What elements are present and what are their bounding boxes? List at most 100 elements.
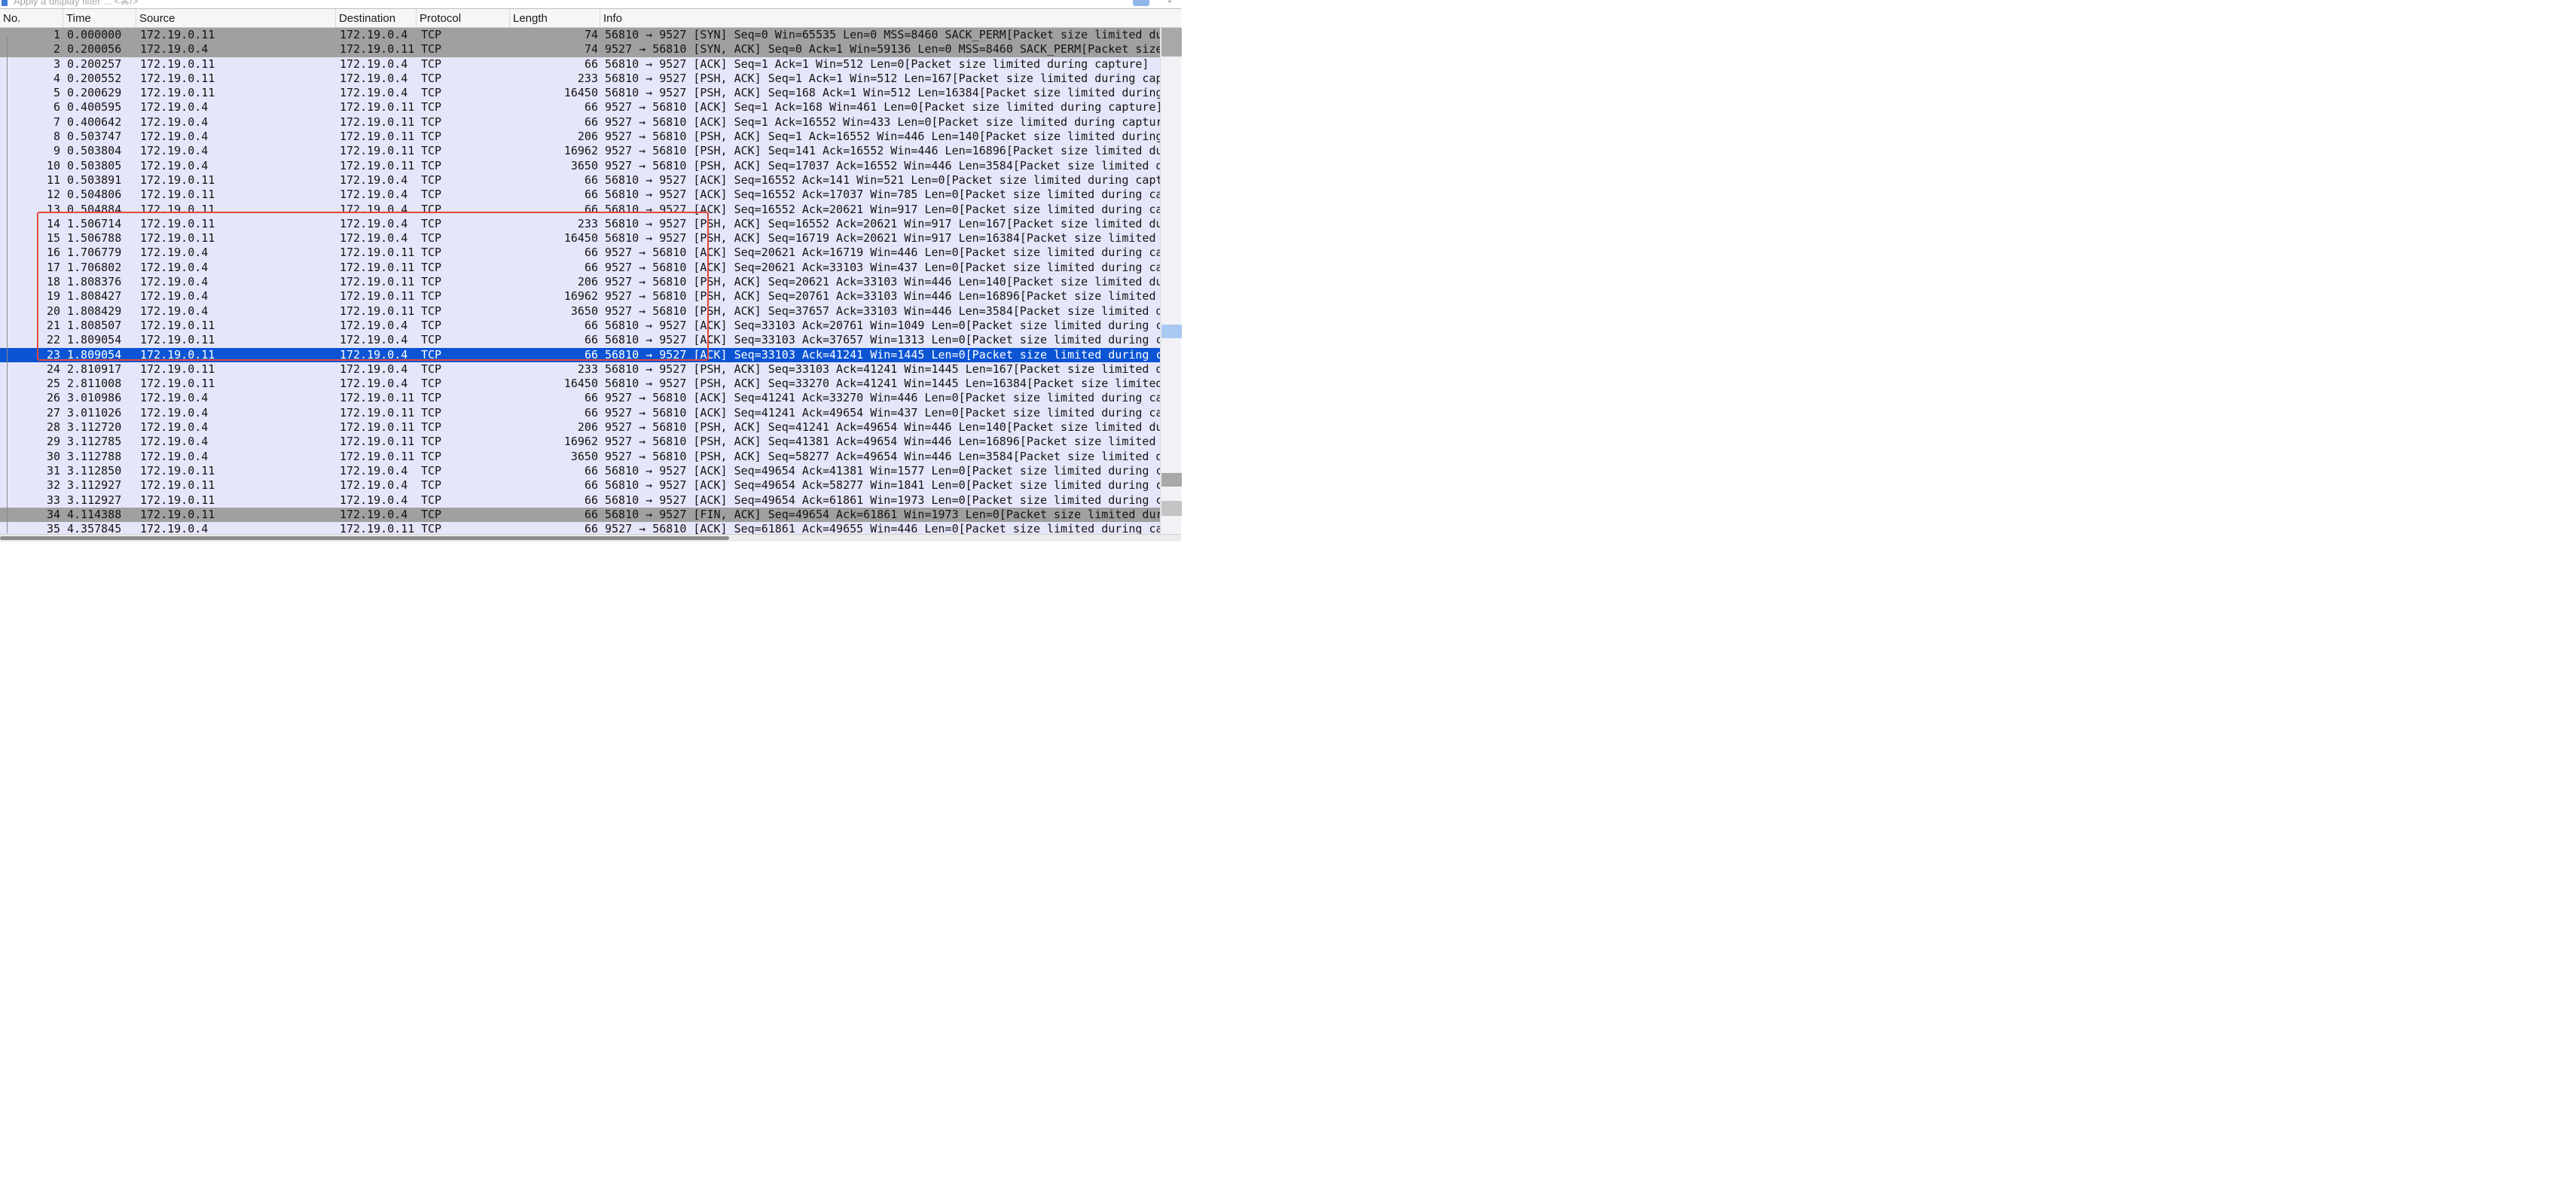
- packet-row[interactable]: 1 0.000000 172.19.0.11 172.19.0.4 TCP 74 56810…: [0, 28, 1160, 43]
- packet-length: 66: [584, 405, 598, 420]
- packet-row[interactable]: 18 1.808376 172.19.0.4 172.19.0.11 TCP 206 952…: [0, 275, 1160, 290]
- packet-row[interactable]: 34 4.114388 172.19.0.11 172.19.0.4 TCP 66 5681…: [0, 507, 1160, 523]
- chevron-down-icon[interactable]: ⌄: [1164, 0, 1175, 5]
- column-header-source[interactable]: Source: [136, 9, 336, 27]
- packet-list-minimap-scrollbar[interactable]: [1160, 28, 1182, 534]
- packet-row[interactable]: 17 1.706802 172.19.0.4 172.19.0.11 TCP 66 9527…: [0, 260, 1160, 276]
- packet-row[interactable]: 35 4.357845 172.19.0.4 172.19.0.11 TCP 66 9527…: [0, 522, 1160, 534]
- packet-source: 172.19.0.4: [140, 114, 209, 129]
- packet-protocol: TCP: [421, 522, 442, 534]
- packet-time: 1.506788: [67, 231, 122, 246]
- packet-source: 172.19.0.4: [140, 130, 209, 144]
- column-header-length[interactable]: Length: [510, 9, 600, 27]
- packet-length: 16962: [563, 289, 598, 304]
- packet-row[interactable]: 6 0.400595 172.19.0.4 172.19.0.11 TCP 66 9527 …: [0, 100, 1160, 115]
- packet-row[interactable]: 15 1.506788 172.19.0.11 172.19.0.4 TCP 16450 5…: [0, 231, 1160, 246]
- packet-row[interactable]: 12 0.504806 172.19.0.11 172.19.0.4 TCP 66 5681…: [0, 188, 1160, 203]
- packet-source: 172.19.0.4: [140, 405, 209, 420]
- packet-row[interactable]: 30 3.112788 172.19.0.4 172.19.0.11 TCP 3650 95…: [0, 449, 1160, 464]
- packet-source: 172.19.0.11: [140, 362, 215, 376]
- column-header-no[interactable]: No.: [0, 9, 63, 27]
- packet-destination: 172.19.0.11: [340, 144, 415, 158]
- packet-time: 0.503805: [67, 158, 122, 172]
- packet-row[interactable]: 19 1.808427 172.19.0.4 172.19.0.11 TCP 16962 9…: [0, 289, 1160, 304]
- packet-length: 3650: [570, 158, 598, 172]
- packet-protocol: TCP: [421, 130, 442, 144]
- packet-row[interactable]: 26 3.010986 172.19.0.4 172.19.0.11 TCP 66 9527…: [0, 391, 1160, 406]
- packet-row[interactable]: 27 3.011026 172.19.0.4 172.19.0.11 TCP 66 9527…: [0, 405, 1160, 421]
- packet-row[interactable]: 11 0.503891 172.19.0.11 172.19.0.4 TCP 66 5681…: [0, 172, 1160, 188]
- packet-destination: 172.19.0.11: [340, 289, 415, 304]
- packet-destination: 172.19.0.4: [340, 478, 408, 493]
- packet-protocol: TCP: [421, 114, 442, 129]
- packet-row[interactable]: 7 0.400642 172.19.0.4 172.19.0.11 TCP 66 9527 …: [0, 114, 1160, 130]
- packet-protocol: TCP: [421, 71, 442, 85]
- packet-length: 66: [584, 478, 598, 493]
- packet-info: 56810 → 9527 [ACK] Seq=16552 Ack=20621 W…: [605, 202, 1160, 216]
- packet-number: 2: [53, 42, 60, 56]
- packet-row[interactable]: 28 3.112720 172.19.0.4 172.19.0.11 TCP 206 952…: [0, 420, 1160, 435]
- apply-filter-button[interactable]: [1133, 0, 1149, 6]
- packet-protocol: TCP: [421, 449, 442, 463]
- column-header-protocol[interactable]: Protocol: [417, 9, 510, 27]
- packet-destination: 172.19.0.11: [340, 405, 415, 420]
- packet-number: 11: [46, 172, 60, 187]
- packet-length: 233: [577, 362, 598, 376]
- packet-row[interactable]: 16 1.706779 172.19.0.4 172.19.0.11 TCP 66 9527…: [0, 246, 1160, 261]
- packet-row[interactable]: 8 0.503747 172.19.0.4 172.19.0.11 TCP 206 9527…: [0, 130, 1160, 145]
- packet-row[interactable]: 10 0.503805 172.19.0.4 172.19.0.11 TCP 3650 95…: [0, 158, 1160, 173]
- packet-length: 3650: [570, 449, 598, 463]
- packet-row[interactable]: 31 3.112850 172.19.0.11 172.19.0.4 TCP 66 5681…: [0, 463, 1160, 479]
- packet-number: 5: [53, 86, 60, 100]
- packet-length: 66: [584, 56, 598, 71]
- horizontal-scroll-thumb[interactable]: [0, 536, 729, 540]
- packet-protocol: TCP: [421, 100, 442, 114]
- column-header-info[interactable]: Info: [600, 9, 1181, 27]
- packet-source: 172.19.0.11: [140, 463, 215, 478]
- packet-row[interactable]: 13 0.504884 172.19.0.11 172.19.0.4 TCP 66 5681…: [0, 202, 1160, 217]
- packet-number: 24: [46, 362, 60, 376]
- packet-row[interactable]: 22 1.809054 172.19.0.11 172.19.0.4 TCP 66 5681…: [0, 333, 1160, 348]
- packet-number: 20: [46, 304, 60, 318]
- packet-row[interactable]: 25 2.811008 172.19.0.11 172.19.0.4 TCP 16450 5…: [0, 377, 1160, 392]
- packet-row[interactable]: 2 0.200056 172.19.0.4 172.19.0.11 TCP 74 9527 …: [0, 42, 1160, 57]
- packet-destination: 172.19.0.11: [340, 114, 415, 129]
- packet-number: 27: [46, 405, 60, 420]
- horizontal-scrollbar[interactable]: [0, 534, 1181, 542]
- packet-number: 6: [53, 100, 60, 114]
- packet-protocol: TCP: [421, 231, 442, 246]
- packet-length: 66: [584, 507, 598, 521]
- packet-row[interactable]: 14 1.506714 172.19.0.11 172.19.0.4 TCP 233 568…: [0, 216, 1160, 232]
- packet-info: 9527 → 56810 [ACK] Seq=1 Ack=16552 Win=4…: [605, 114, 1160, 129]
- packet-destination: 172.19.0.4: [340, 493, 408, 507]
- packet-protocol: TCP: [421, 56, 442, 71]
- packet-row[interactable]: 21 1.808507 172.19.0.11 172.19.0.4 TCP 66 5681…: [0, 318, 1160, 334]
- packet-row[interactable]: 24 2.810917 172.19.0.11 172.19.0.4 TCP 233 568…: [0, 362, 1160, 377]
- packet-row[interactable]: 32 3.112927 172.19.0.11 172.19.0.4 TCP 66 5681…: [0, 478, 1160, 493]
- packet-number: 1: [53, 28, 60, 41]
- packet-length: 66: [584, 188, 598, 202]
- packet-row[interactable]: 23 1.809054 172.19.0.11 172.19.0.4 TCP 66 5681…: [0, 347, 1160, 362]
- packet-info: 9527 → 56810 [PSH, ACK] Seq=37657 Ack=33…: [605, 304, 1160, 318]
- packet-row[interactable]: 3 0.200257 172.19.0.11 172.19.0.4 TCP 66 56810…: [0, 56, 1160, 72]
- packet-destination: 172.19.0.4: [340, 86, 408, 100]
- packet-row[interactable]: 9 0.503804 172.19.0.4 172.19.0.11 TCP 16962 95…: [0, 144, 1160, 159]
- display-filter-input[interactable]: [14, 0, 465, 7]
- packet-destination: 172.19.0.11: [340, 42, 415, 56]
- packet-time: 3.112927: [67, 493, 122, 507]
- packet-destination: 172.19.0.4: [340, 216, 408, 230]
- column-header-destination[interactable]: Destination: [336, 9, 417, 27]
- bookmark-icon[interactable]: [2, 0, 8, 6]
- packet-length: 66: [584, 347, 598, 362]
- packet-destination: 172.19.0.11: [340, 260, 415, 274]
- packet-row[interactable]: 29 3.112785 172.19.0.4 172.19.0.11 TCP 16962 9…: [0, 435, 1160, 450]
- minimap-mark: [1161, 501, 1182, 516]
- packet-source: 172.19.0.11: [140, 71, 215, 85]
- packet-row[interactable]: 20 1.808429 172.19.0.4 172.19.0.11 TCP 3650 95…: [0, 304, 1160, 319]
- column-header-time[interactable]: Time: [63, 9, 136, 27]
- packet-row[interactable]: 33 3.112927 172.19.0.11 172.19.0.4 TCP 66 5681…: [0, 493, 1160, 508]
- packet-info: 9527 → 56810 [ACK] Seq=20621 Ack=33103 W…: [605, 260, 1160, 274]
- packet-row[interactable]: 5 0.200629 172.19.0.11 172.19.0.4 TCP 16450 56…: [0, 86, 1160, 101]
- packet-row[interactable]: 4 0.200552 172.19.0.11 172.19.0.4 TCP 233 5681…: [0, 71, 1160, 87]
- packet-destination: 172.19.0.4: [340, 172, 408, 187]
